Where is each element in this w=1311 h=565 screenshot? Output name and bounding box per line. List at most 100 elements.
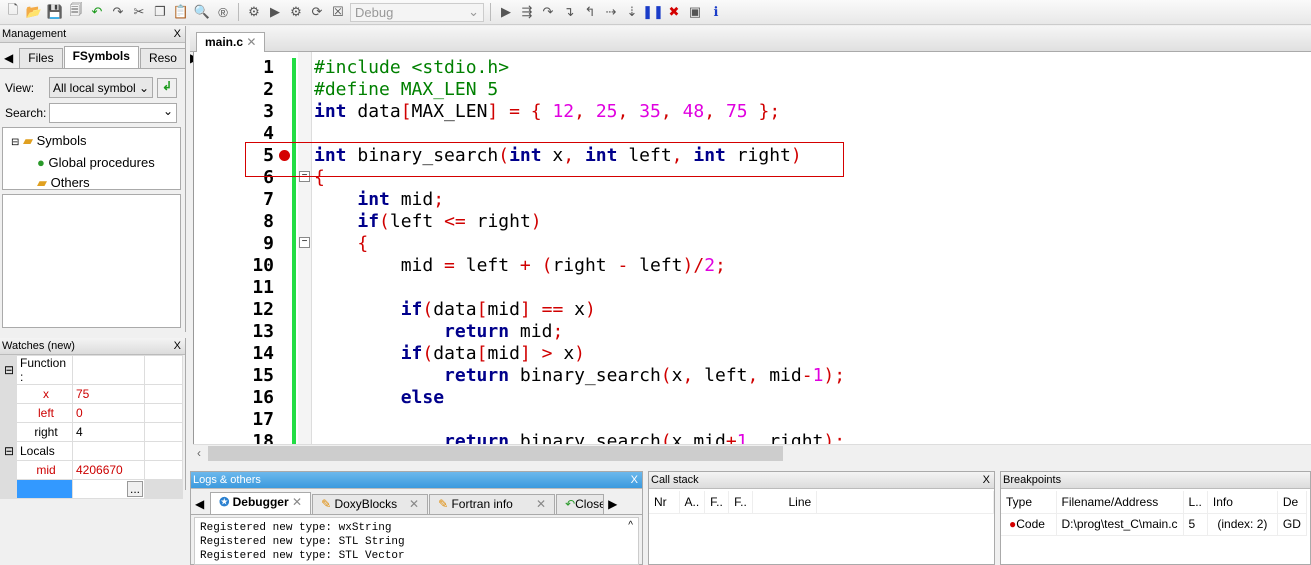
watch-name[interactable]: mid bbox=[16, 460, 73, 480]
code-line[interactable]: if(data[mid] == x) bbox=[314, 299, 596, 321]
watch-new-row[interactable]: ... bbox=[0, 479, 183, 499]
tree-item-symbols[interactable]: ⊟ ▰ Symbols bbox=[11, 131, 180, 153]
code-line[interactable]: return binary_search(x,mid+1, right); bbox=[314, 431, 845, 444]
tab-scroll-left-icon[interactable]: ◀ bbox=[195, 497, 210, 514]
new-file-icon[interactable]: 🗋 bbox=[4, 2, 22, 21]
undo-icon[interactable]: ↶ bbox=[88, 3, 106, 21]
close-icon[interactable]: X bbox=[631, 474, 638, 486]
new-watch-name[interactable] bbox=[16, 479, 73, 499]
watch-row[interactable]: left 0 bbox=[0, 403, 183, 423]
save-all-icon[interactable]: 🗐 bbox=[67, 2, 85, 21]
code-line[interactable]: if(data[mid] > x) bbox=[314, 343, 585, 365]
watch-group[interactable]: ⊟ Locals bbox=[0, 441, 183, 461]
column-header[interactable]: L.. bbox=[1183, 491, 1208, 513]
code-line[interactable]: if(left <= right) bbox=[314, 211, 541, 233]
column-header[interactable]: De bbox=[1277, 491, 1307, 513]
next-instruction-icon[interactable]: ⇢ bbox=[602, 3, 620, 21]
column-header[interactable]: Filename/Address bbox=[1056, 491, 1184, 513]
tab-fortran-info[interactable]: ✎ Fortran info ✕ bbox=[429, 494, 556, 514]
new-watch-value[interactable]: ... bbox=[72, 479, 145, 499]
code-editor[interactable]: 1 #include <stdio.h> 2 #define MAX_LEN 5 3 in… bbox=[193, 52, 1311, 444]
debug-continue-icon[interactable]: ▶ bbox=[497, 3, 515, 21]
redo-icon[interactable]: ↷ bbox=[109, 3, 127, 21]
stop-debugger-icon[interactable]: ✖ bbox=[665, 3, 683, 21]
code-line[interactable]: #define MAX_LEN 5 bbox=[314, 79, 498, 101]
watch-value[interactable]: 4 bbox=[72, 422, 145, 442]
watch-group[interactable]: ⊟ Function : bbox=[0, 355, 183, 385]
watch-row[interactable]: right 4 bbox=[0, 422, 183, 442]
abort-icon[interactable]: ☒ bbox=[329, 3, 347, 21]
build-run-icon[interactable]: ⚙ bbox=[287, 3, 305, 21]
step-into-instruction-icon[interactable]: ⇣ bbox=[623, 3, 641, 21]
debug-windows-icon[interactable]: ▣ bbox=[686, 3, 704, 21]
open-icon[interactable]: 📂 bbox=[25, 3, 43, 21]
copy-icon[interactable]: ❐ bbox=[151, 3, 169, 21]
step-out-icon[interactable]: ↰ bbox=[581, 3, 599, 21]
watch-row[interactable]: mid 4206670 bbox=[0, 460, 183, 480]
find-icon[interactable]: 🔍 bbox=[193, 3, 211, 21]
close-icon[interactable]: ✕ bbox=[409, 497, 419, 511]
breakpoint-row[interactable]: ●Code D:\prog\test_C\main.c 5 (index: 2)… bbox=[1001, 513, 1307, 535]
code-line[interactable]: int mid; bbox=[314, 189, 444, 211]
code-line[interactable]: return mid; bbox=[314, 321, 563, 343]
debugger-log[interactable]: Registered new type: wxString Registered… bbox=[194, 517, 639, 565]
code-line[interactable]: else bbox=[314, 387, 444, 409]
watch-name[interactable]: left bbox=[16, 403, 73, 423]
tree-item-others[interactable]: ▰ Others bbox=[11, 173, 180, 193]
code-line[interactable]: mid = left + (right - left)/2; bbox=[314, 255, 726, 277]
build-target-select[interactable]: Debug ⌄ bbox=[350, 2, 484, 22]
tab-scroll-left-icon[interactable]: ◀ bbox=[4, 51, 19, 68]
close-icon[interactable]: ✕ bbox=[536, 497, 546, 511]
run-to-cursor-icon[interactable]: ⇶ bbox=[518, 3, 536, 21]
save-icon[interactable]: 💾 bbox=[46, 3, 64, 21]
fold-toggle-icon[interactable]: − bbox=[299, 237, 310, 248]
break-debugger-icon[interactable]: ❚❚ bbox=[642, 3, 664, 21]
column-header[interactable]: Type bbox=[1001, 491, 1057, 513]
tab-resources[interactable]: Reso bbox=[139, 48, 186, 68]
code-line[interactable]: #include <stdio.h> bbox=[314, 57, 509, 79]
watch-value[interactable]: 4206670 bbox=[72, 460, 145, 480]
run-icon[interactable]: ▶ bbox=[266, 3, 284, 21]
watch-name[interactable]: right bbox=[16, 422, 73, 442]
horizontal-scrollbar[interactable]: ‹ bbox=[193, 444, 1311, 462]
collapse-icon[interactable]: ⊟ bbox=[0, 441, 17, 461]
watch-value[interactable]: 75 bbox=[72, 384, 145, 404]
column-header[interactable]: F.. bbox=[704, 491, 730, 513]
cut-icon[interactable]: ✂ bbox=[130, 3, 148, 21]
tab-files[interactable]: Files bbox=[19, 48, 63, 68]
column-header[interactable]: Info bbox=[1207, 491, 1278, 513]
column-header[interactable]: Nr bbox=[649, 491, 680, 513]
code-line[interactable]: return binary_search(x, left, mid-1); bbox=[314, 365, 845, 387]
tab-doxyblocks[interactable]: ✎ DoxyBlocks ✕ bbox=[312, 494, 429, 514]
tab-main-c[interactable]: main.c ✕ bbox=[196, 32, 266, 53]
close-icon[interactable]: X bbox=[174, 28, 181, 40]
close-icon[interactable]: X bbox=[174, 340, 181, 352]
tab-debugger[interactable]: ✪ Debugger ✕ bbox=[210, 492, 312, 514]
paste-icon[interactable]: 📋 bbox=[172, 3, 190, 21]
refresh-button[interactable]: ↲ bbox=[157, 77, 177, 98]
step-into-icon[interactable]: ↴ bbox=[560, 3, 578, 21]
collapse-icon[interactable]: ⊟ bbox=[11, 137, 19, 148]
tree-item-global-procedures[interactable]: ● Global procedures bbox=[11, 153, 180, 173]
close-icon[interactable]: X bbox=[983, 474, 990, 486]
replace-icon[interactable]: ® bbox=[214, 3, 232, 21]
more-button[interactable]: ... bbox=[126, 481, 143, 497]
tab-scroll-right-icon[interactable]: ▶ bbox=[605, 497, 617, 514]
view-select[interactable]: All local symbol ⌄ bbox=[49, 77, 153, 98]
tab-close[interactable]: ↶Close bbox=[556, 494, 605, 514]
code-line[interactable]: { bbox=[314, 233, 368, 255]
rebuild-icon[interactable]: ⟳ bbox=[308, 3, 326, 21]
next-line-icon[interactable]: ↷ bbox=[539, 3, 557, 21]
column-header[interactable]: Line bbox=[752, 491, 818, 513]
watch-row[interactable]: x 75 bbox=[0, 384, 183, 404]
search-input[interactable]: ⌄ bbox=[49, 103, 177, 123]
scrollbar-thumb[interactable] bbox=[208, 446, 783, 461]
collapse-icon[interactable]: ⊟ bbox=[0, 355, 17, 385]
scroll-up-icon[interactable]: ^ bbox=[628, 520, 633, 531]
info-icon[interactable]: ℹ bbox=[707, 3, 725, 21]
column-header[interactable]: F.. bbox=[728, 491, 754, 513]
close-icon[interactable]: ✕ bbox=[292, 495, 302, 509]
tab-fsymbols[interactable]: FSymbols bbox=[63, 46, 139, 68]
code-line[interactable]: int data[MAX_LEN] = { 12, 25, 35, 48, 75… bbox=[314, 101, 780, 123]
column-header[interactable]: A.. bbox=[679, 491, 706, 513]
